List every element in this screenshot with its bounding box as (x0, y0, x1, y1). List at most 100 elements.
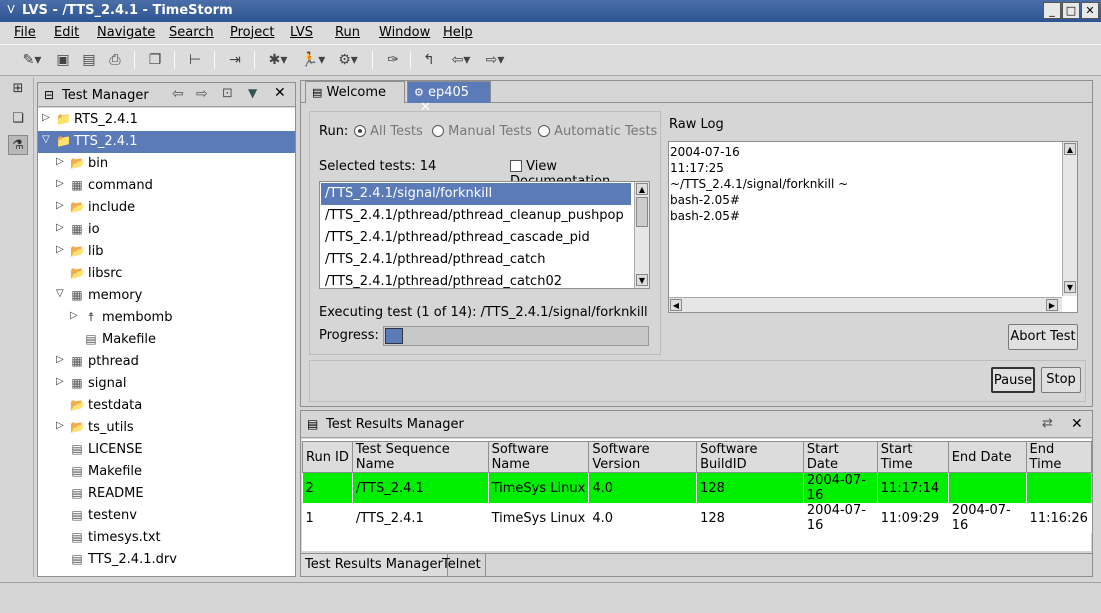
maximize-button[interactable]: □ (1062, 2, 1080, 19)
menu-edit[interactable]: Edit (54, 25, 79, 40)
tree-item[interactable]: ▷ ▦ pthread (38, 351, 295, 373)
column-header[interactable]: End Date (947, 441, 1027, 473)
test-list-item[interactable]: /TTS_2.4.1/pthread/pthread_catch (321, 249, 631, 271)
tree-item[interactable]: ▽ 📁 TTS_2.4.1 (38, 131, 295, 153)
test-list-item[interactable]: /TTS_2.4.1/pthread/pthread_catch02 (321, 271, 631, 293)
copy-icon[interactable]: ❐ (146, 50, 164, 70)
scroll-right-icon[interactable]: ▶ (1046, 299, 1058, 311)
scroll-up-icon[interactable]: ▲ (636, 183, 648, 195)
column-header[interactable]: Software Version (588, 441, 698, 473)
minimize-button[interactable]: _ (1043, 2, 1061, 19)
export-icon[interactable]: ⇥ (226, 50, 244, 70)
tree-item[interactable]: ▷ ▦ command (38, 175, 295, 197)
new-icon[interactable]: ✎▾ (18, 50, 46, 70)
menu-run[interactable]: Run (335, 25, 360, 40)
run-icon[interactable]: 🏃▾ (299, 50, 327, 70)
expand-icon[interactable]: ▷ (56, 354, 66, 365)
tree-item[interactable]: ▤ Makefile (38, 329, 295, 351)
tree-item[interactable]: ▷ 📁 RTS_2.4.1 (38, 109, 295, 131)
tree-item[interactable]: ▤ testenv (38, 505, 295, 527)
open-perspective-icon[interactable]: ⊞ (8, 79, 28, 99)
back-icon[interactable]: ⇦ (172, 86, 184, 102)
column-header[interactable]: Test Sequence Name (351, 441, 489, 473)
collapse-icon[interactable]: ▽ (56, 288, 66, 299)
expand-icon[interactable]: ▷ (56, 420, 66, 431)
hierarchy-icon[interactable]: ⊢ (186, 50, 204, 70)
expand-icon[interactable]: ▷ (56, 222, 66, 233)
forward-icon[interactable]: ⇨ (196, 86, 208, 102)
raw-log-vscroll[interactable]: ▲ ▼ (1062, 142, 1077, 296)
radio-automatic-tests[interactable]: Automatic Tests (538, 124, 657, 139)
chevron-down-icon[interactable]: V (4, 3, 18, 17)
scroll-thumb[interactable] (636, 197, 648, 227)
scroll-left-icon[interactable]: ◀ (670, 299, 682, 311)
tab-telnet[interactable]: Telnet (438, 554, 486, 576)
menu-file[interactable]: File (14, 25, 36, 40)
column-header[interactable]: Start Date (802, 441, 878, 473)
column-header[interactable]: Start Time (876, 441, 949, 473)
column-header[interactable]: Software BuildID (696, 441, 804, 473)
menu-window[interactable]: Window (379, 25, 430, 40)
pause-button[interactable]: Pause (991, 367, 1035, 393)
tree-item[interactable]: 📂 testdata (38, 395, 295, 417)
radio-manual-tests[interactable]: Manual Tests (432, 124, 532, 139)
tree-item[interactable]: ▷ ▦ io (38, 219, 295, 241)
save-icon[interactable]: ▣ (54, 50, 72, 70)
menu-help[interactable]: Help (443, 25, 473, 40)
expand-icon[interactable]: ▷ (56, 244, 66, 255)
tree-item[interactable]: ▷ 📂 ts_utils (38, 417, 295, 439)
tree-item[interactable]: 📂 libsrc (38, 263, 295, 285)
menu-lvs[interactable]: LVS (290, 25, 313, 40)
tree-item[interactable]: ▷ ▦ signal (38, 373, 295, 395)
tab-test-results-manager[interactable]: Test Results Manager (301, 554, 448, 576)
menu-search[interactable]: Search (169, 25, 214, 40)
back-icon[interactable]: ⇦▾ (446, 50, 476, 70)
table-row[interactable]: 1/TTS_2.4.1 TimeSys Linux 4.0 128 2004-07-16… (302, 503, 1093, 533)
table-row[interactable]: 2/TTS_2.4.1 TimeSys Linux 4.0 128 2004-07-16… (302, 472, 1093, 503)
radio-all-tests[interactable]: All Tests (354, 124, 423, 139)
raw-log-area[interactable]: 2004-07-16 11:17:25 ~/TTS_2.4.1/signal/for… (668, 141, 1078, 313)
test-list-item[interactable]: /TTS_2.4.1/pthread/pthread_cascade_pid (321, 227, 631, 249)
tree-item[interactable]: ▤ timesys.txt (38, 527, 295, 549)
lvs-perspective-icon[interactable]: ⚗ (8, 135, 28, 155)
test-list-scrollbar[interactable]: ▲ ▼ (634, 182, 649, 288)
raw-log-hscroll[interactable]: ◀ ▶ (669, 297, 1062, 312)
forward-icon[interactable]: ⇨▾ (480, 50, 510, 70)
tree-item[interactable]: ▤ Makefile (38, 461, 295, 483)
test-list-item[interactable]: /TTS_2.4.1/signal/forknkill (321, 183, 631, 205)
close-icon[interactable]: ✕ (1071, 416, 1083, 432)
tree-item[interactable]: ▷ 📂 lib (38, 241, 295, 263)
expand-icon[interactable]: ▷ (56, 200, 66, 211)
resource-perspective-icon[interactable]: ❏ (8, 109, 28, 129)
scroll-down-icon[interactable]: ▼ (636, 274, 648, 286)
up-folder-icon[interactable]: ⊡ (222, 86, 233, 101)
stop-button[interactable]: Stop (1041, 367, 1081, 393)
pin-icon[interactable]: ✑ (384, 50, 402, 70)
tab-ep405[interactable]: ⚙ ep405 ✕ (407, 81, 491, 115)
menu-project[interactable]: Project (230, 25, 274, 40)
tree-item[interactable]: ▷ 📂 bin (38, 153, 295, 175)
scroll-up-icon[interactable]: ▲ (1064, 143, 1076, 155)
expand-icon[interactable]: ▷ (70, 310, 80, 321)
last-edit-icon[interactable]: ↰ (420, 50, 438, 70)
column-header[interactable]: End Time (1025, 441, 1093, 473)
close-icon[interactable]: ✕ (274, 85, 286, 101)
tree-item[interactable]: ▷ 📂 include (38, 197, 295, 219)
tree-item[interactable]: ▷ ☨ membomb (38, 307, 295, 329)
expand-icon[interactable]: ▷ (56, 178, 66, 189)
collapse-icon[interactable]: ▽ (42, 134, 52, 145)
print-icon[interactable]: ⎙ (106, 50, 124, 70)
tree-item[interactable]: ▽ ▦ memory (38, 285, 295, 307)
debug-icon[interactable]: ✱▾ (264, 50, 292, 70)
column-header[interactable]: Run ID (302, 441, 353, 473)
expand-icon[interactable]: ▷ (42, 112, 52, 123)
save-all-icon[interactable]: ▤ (80, 50, 98, 70)
view-menu-icon[interactable]: ▼ (248, 86, 257, 100)
expand-icon[interactable]: ▷ (56, 156, 66, 167)
tree-item[interactable]: ▤ TTS_2.4.1.drv (38, 549, 295, 571)
tree-item[interactable]: ▤ README (38, 483, 295, 505)
menu-navigate[interactable]: Navigate (97, 25, 155, 40)
external-tools-icon[interactable]: ⚙▾ (333, 50, 363, 70)
test-list-item[interactable]: /TTS_2.4.1/pthread/pthread_cleanup_pushp… (321, 205, 631, 227)
tree-item[interactable]: ▤ LICENSE (38, 439, 295, 461)
